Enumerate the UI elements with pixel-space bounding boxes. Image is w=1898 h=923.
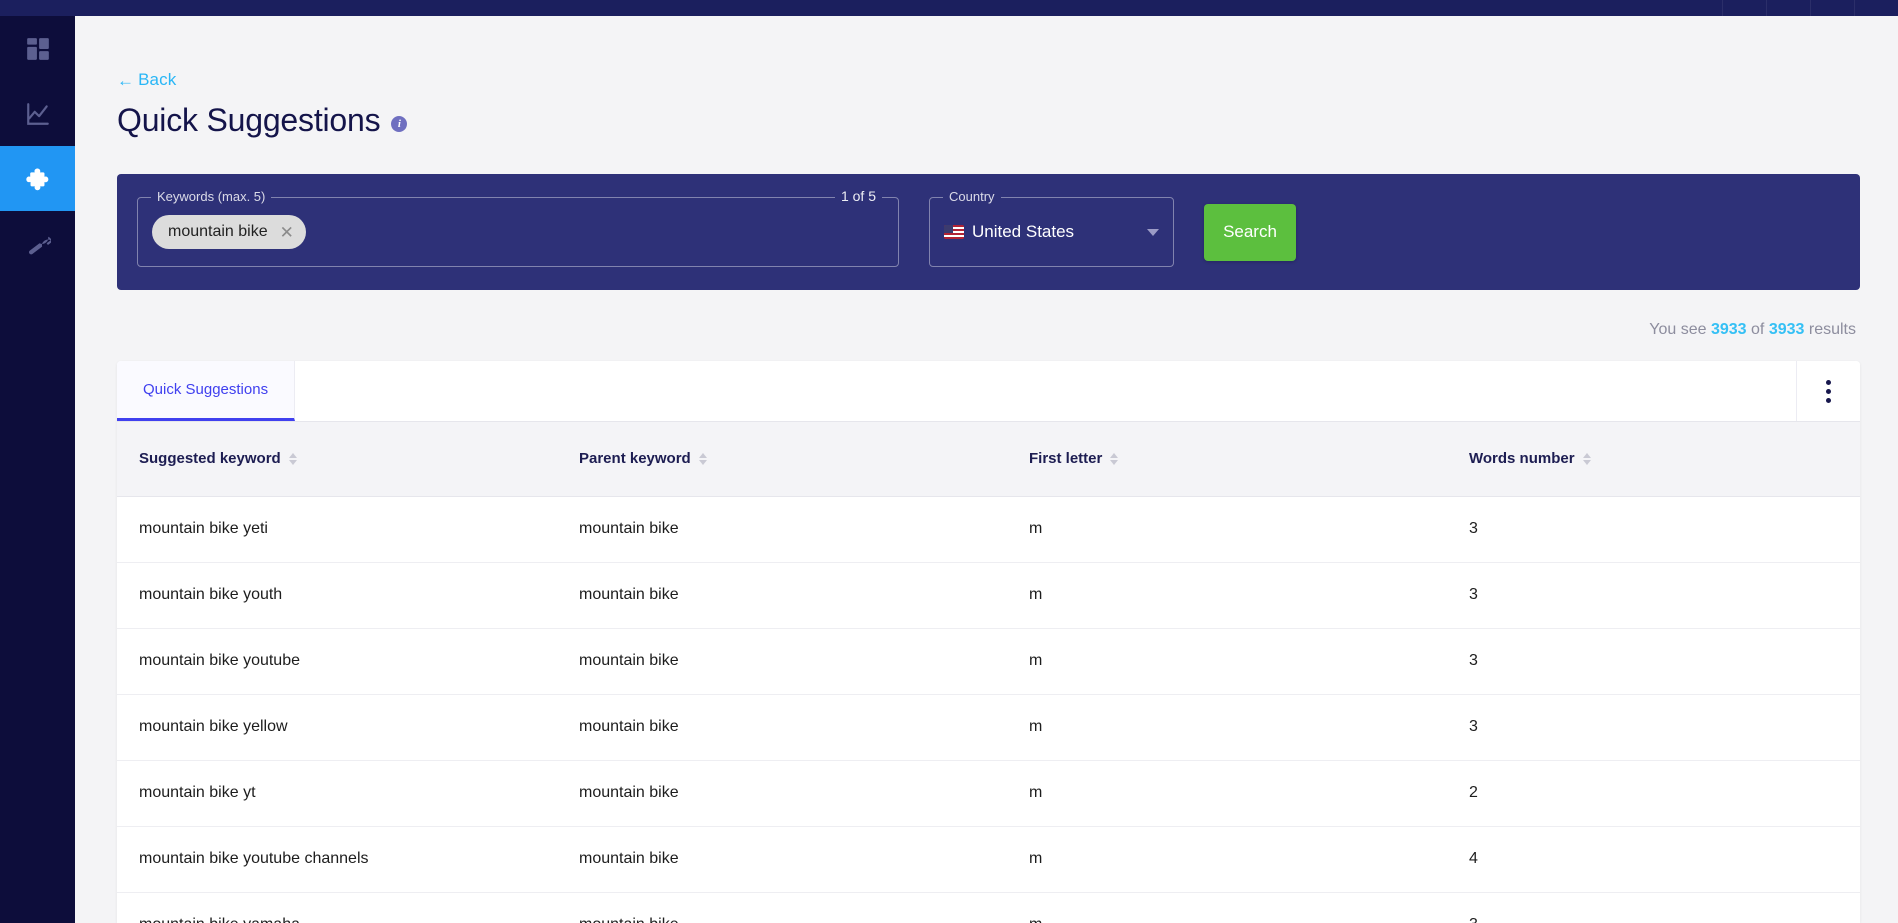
back-arrow-icon: ← [117, 70, 135, 90]
cell-parent-keyword: mountain bike [557, 628, 1007, 695]
top-bar-section[interactable] [1722, 0, 1766, 16]
keyword-chip: mountain bike ✕ [152, 215, 306, 249]
column-header-words-number[interactable]: Words number [1447, 422, 1860, 497]
page-title-row: Quick Suggestions i [117, 102, 408, 139]
cell-parent-keyword: mountain bike [557, 760, 1007, 827]
column-header-label: Parent keyword [579, 450, 691, 468]
country-value: United States [944, 222, 1147, 242]
more-options-icon[interactable] [1796, 361, 1860, 421]
keywords-counter: 1 of 5 [834, 188, 882, 204]
chevron-down-icon [1147, 228, 1159, 236]
top-bar-sections [1722, 0, 1898, 16]
cell-words-number: 2 [1447, 760, 1860, 827]
results-prefix: You see [1649, 321, 1707, 338]
cell-parent-keyword: mountain bike [557, 826, 1007, 893]
back-link-label: Back [138, 70, 177, 89]
results-card: Quick Suggestions Suggested keyword Pare… [117, 361, 1860, 923]
sort-arrows-icon [698, 452, 707, 465]
results-shown: 3933 [1710, 321, 1747, 338]
table-row[interactable]: mountain bike youtube mountain bike m 3 [117, 628, 1860, 695]
cell-words-number: 3 [1447, 628, 1860, 695]
cell-suggested-keyword: mountain bike yeti [117, 496, 557, 563]
cell-words-number: 4 [1447, 826, 1860, 893]
cell-words-number: 3 [1447, 694, 1860, 761]
tab-bar: Quick Suggestions [117, 361, 1860, 422]
sidebar-item-settings[interactable] [0, 211, 75, 276]
cell-words-number: 3 [1447, 892, 1860, 923]
table-row[interactable]: mountain bike yt mountain bike m 2 [117, 760, 1860, 827]
table-row[interactable]: mountain bike yamahamountain bikem3 [117, 892, 1860, 923]
country-select[interactable]: Country United States [929, 189, 1174, 267]
sidebar-item-tools[interactable] [0, 146, 75, 211]
wrench-icon [25, 231, 51, 257]
keywords-field[interactable]: Keywords (max. 5) 1 of 5 mountain bike ✕ [137, 188, 899, 267]
puzzle-piece-icon [24, 165, 52, 193]
cell-parent-keyword: mountain bike [557, 562, 1007, 629]
info-icon[interactable]: i [391, 115, 408, 132]
column-header-parent-keyword[interactable]: Parent keyword [557, 422, 1007, 497]
cell-words-number: 3 [1447, 562, 1860, 629]
table-row[interactable]: mountain bike youtube channels mountain b… [117, 826, 1860, 893]
cell-suggested-keyword: mountain bike yellow [117, 694, 557, 761]
page-title: Quick Suggestions [117, 102, 381, 138]
table-row[interactable]: mountain bike yeti mountain bike m 3 [117, 496, 1860, 563]
cell-suggested-keyword: mountain bike yt [117, 760, 557, 827]
keyword-chip-remove-icon[interactable]: ✕ [280, 224, 294, 241]
tab-label: Quick Suggestions [143, 381, 269, 398]
sidebar-item-analytics[interactable] [0, 81, 75, 146]
sidebar [0, 16, 75, 923]
chart-line-icon [25, 101, 51, 127]
column-header-suggested-keyword[interactable]: Suggested keyword [117, 422, 557, 497]
sidebar-item-dashboard[interactable] [0, 16, 75, 81]
cell-suggested-keyword: mountain bike youtube [117, 628, 557, 695]
cell-first-letter: m [1007, 826, 1447, 893]
cell-first-letter: m [1007, 628, 1447, 695]
cell-first-letter: m [1007, 562, 1447, 629]
search-panel: Keywords (max. 5) 1 of 5 mountain bike ✕… [117, 174, 1860, 290]
suggestions-table: Suggested keyword Parent keyword First l… [117, 422, 1860, 923]
cell-suggested-keyword: mountain bike youtube channels [117, 826, 557, 893]
results-counter: You see 3933 of 3933 results [1649, 321, 1856, 339]
sort-arrows-icon [1110, 452, 1119, 465]
results-total: 3933 [1768, 321, 1805, 338]
sort-arrows-icon [1582, 452, 1591, 465]
top-bar-section[interactable] [1766, 0, 1810, 16]
back-link[interactable]: ← Back [117, 70, 176, 90]
cell-parent-keyword: mountain bike [557, 694, 1007, 761]
keywords-field-label: Keywords (max. 5) [151, 189, 272, 204]
cell-parent-keyword: mountain bike [557, 892, 1007, 923]
table-body: mountain bike yeti mountain bike m 3 mountai… [117, 496, 1860, 923]
tab-quick-suggestions[interactable]: Quick Suggestions [117, 361, 296, 421]
results-middle: of [1751, 321, 1765, 338]
cell-first-letter: m [1007, 760, 1447, 827]
cell-parent-keyword: mountain bike [557, 496, 1007, 563]
results-suffix: results [1808, 321, 1856, 338]
top-bar [0, 0, 1898, 16]
column-header-label: First letter [1029, 450, 1103, 468]
us-flag-icon [944, 225, 964, 239]
table-row[interactable]: mountain bike youth mountain bike m 3 [117, 562, 1860, 629]
cell-first-letter: m [1007, 496, 1447, 563]
cell-words-number: 3 [1447, 496, 1860, 563]
cell-first-letter: m [1007, 892, 1447, 923]
cell-suggested-keyword: mountain bike youth [117, 562, 557, 629]
cell-suggested-keyword: mountain bike yamaha [117, 892, 557, 923]
country-value-label: United States [972, 222, 1075, 241]
table-row[interactable]: mountain bike yellow mountain bike m 3 [117, 694, 1860, 761]
sort-arrows-icon [288, 452, 297, 465]
country-field-label: Country [943, 189, 1001, 204]
app-root: ← Back Quick Suggestions i Keywords (max… [0, 0, 1898, 923]
column-header-first-letter[interactable]: First letter [1007, 422, 1447, 497]
cell-first-letter: m [1007, 694, 1447, 761]
column-header-label: Words number [1469, 450, 1575, 468]
keyword-chip-label: mountain bike [168, 223, 268, 240]
main-content: ← Back Quick Suggestions i Keywords (max… [75, 16, 1898, 923]
table-header-row: Suggested keyword Parent keyword First l… [117, 422, 1860, 497]
grid-icon [25, 36, 51, 62]
column-header-label: Suggested keyword [139, 450, 281, 468]
table-head: Suggested keyword Parent keyword First l… [117, 422, 1860, 497]
top-bar-section[interactable] [1810, 0, 1854, 16]
top-bar-section[interactable] [1854, 0, 1898, 16]
search-button[interactable]: Search [1204, 203, 1296, 261]
